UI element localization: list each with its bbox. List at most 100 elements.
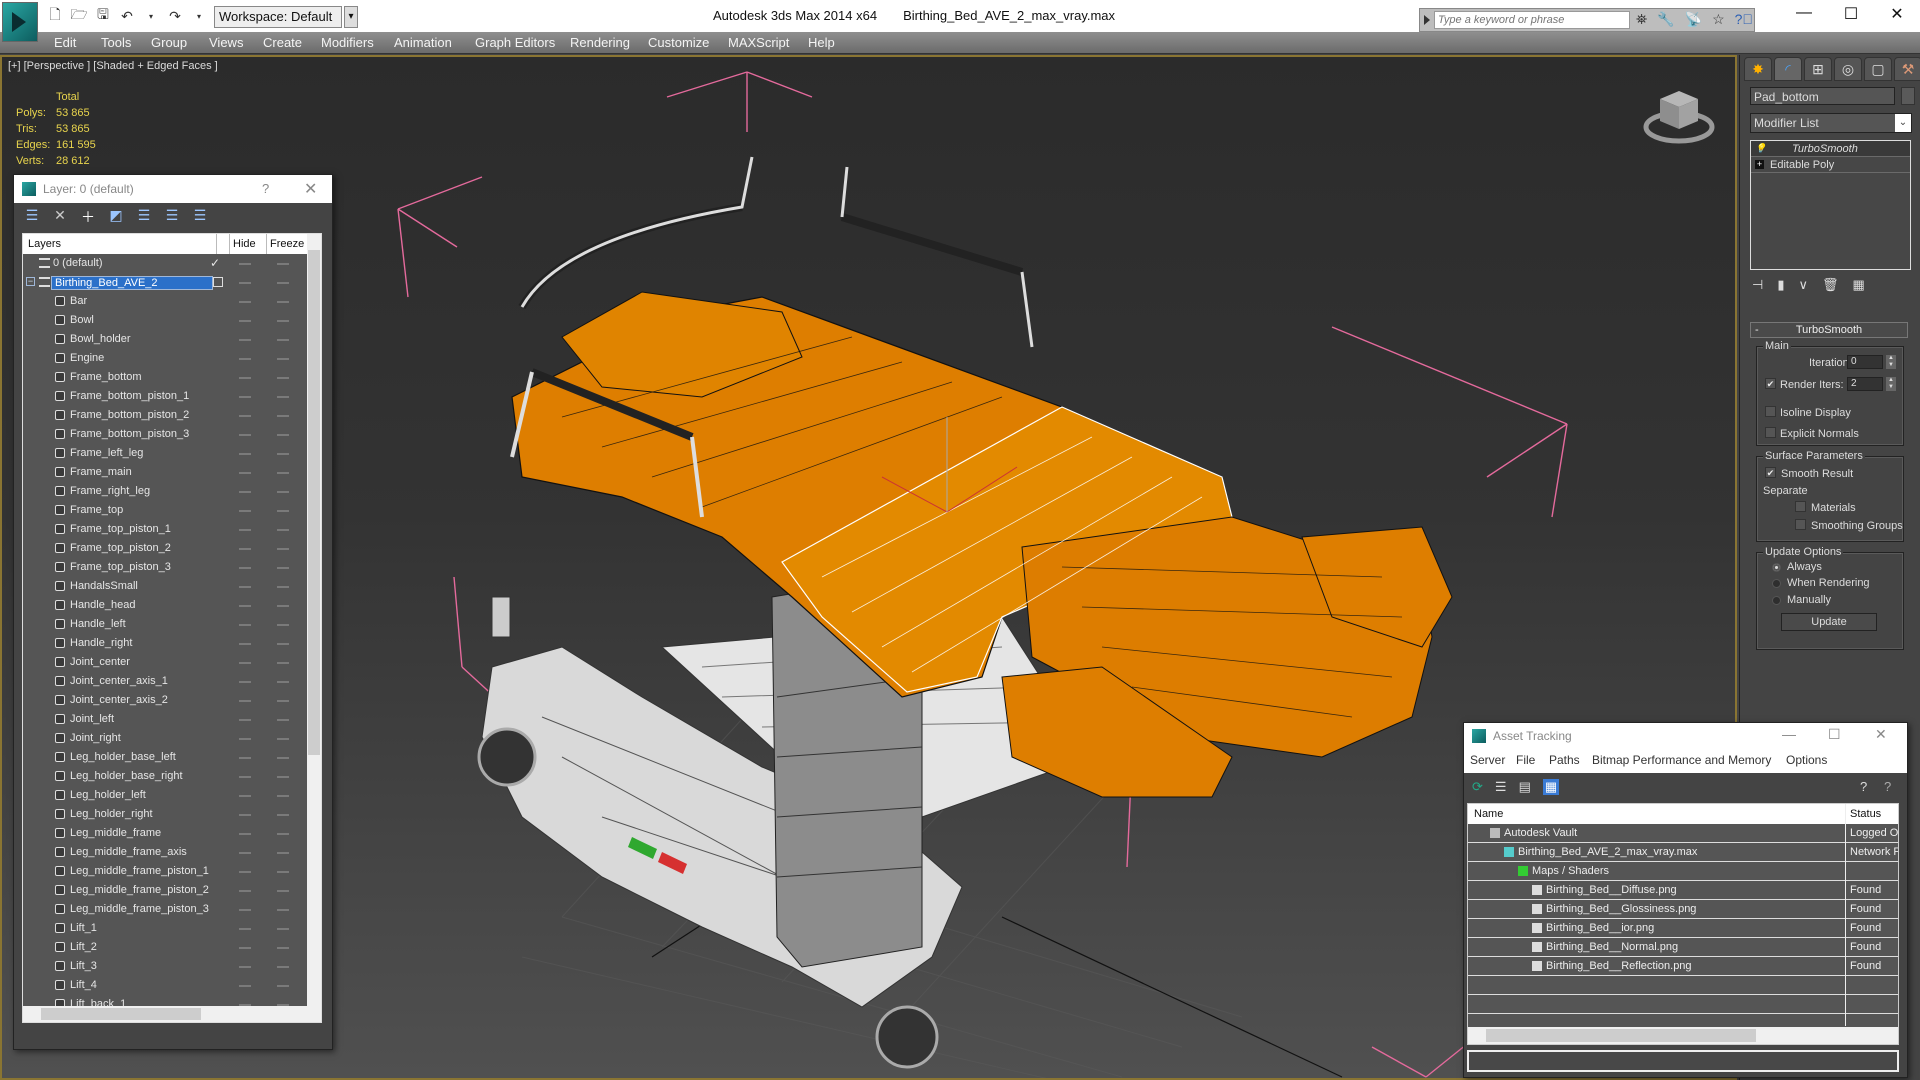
hide-toggle[interactable] <box>239 833 251 835</box>
hide-toggle[interactable] <box>239 852 251 854</box>
freeze-toggle[interactable] <box>277 852 289 854</box>
new-file-icon[interactable]: 🗋 <box>46 4 64 28</box>
menu-modifiers[interactable]: Modifiers <box>321 35 374 50</box>
redo-icon[interactable]: ↷ <box>166 8 184 25</box>
hide-toggle[interactable] <box>239 510 251 512</box>
menu-edit[interactable]: Edit <box>54 35 76 50</box>
render-iters-checkbox[interactable]: ✔ <box>1765 378 1776 389</box>
horizontal-scrollbar[interactable] <box>23 1006 321 1022</box>
freeze-toggle[interactable] <box>277 586 289 588</box>
hide-toggle[interactable] <box>239 377 251 379</box>
hide-toggle[interactable] <box>239 320 251 322</box>
redo-dropdown-icon[interactable]: ▾ <box>190 12 208 21</box>
spinner-arrows[interactable]: ▲ ▼ <box>1886 355 1896 369</box>
freeze-toggle[interactable] <box>277 491 289 493</box>
freeze-toggle[interactable] <box>277 833 289 835</box>
display-tab[interactable]: ▢ <box>1864 57 1892 81</box>
minimize-button[interactable]: — <box>1784 4 1824 22</box>
hide-toggle[interactable] <box>239 415 251 417</box>
layer-row[interactable]: Frame_bottom_piston_3 <box>23 425 307 444</box>
layer-row[interactable]: Joint_center <box>23 653 307 672</box>
hide-toggle[interactable] <box>239 966 251 968</box>
freeze-toggle[interactable] <box>277 377 289 379</box>
freeze-toggle[interactable] <box>277 358 289 360</box>
menu-views[interactable]: Views <box>209 35 243 50</box>
layer-row[interactable]: Bar <box>23 292 307 311</box>
close-button[interactable]: ✕ <box>304 179 317 199</box>
hide-toggle[interactable] <box>239 947 251 949</box>
hide-toggle[interactable] <box>239 434 251 436</box>
spinner-arrows[interactable]: ▲ ▼ <box>1886 377 1896 391</box>
asset-row[interactable]: Birthing_Bed__Diffuse.png Found <box>1468 881 1898 900</box>
column-status[interactable]: Status <box>1850 808 1881 820</box>
layer-row[interactable]: Handle_head <box>23 596 307 615</box>
layer-row[interactable]: Frame_right_leg <box>23 482 307 501</box>
pin-stack-icon[interactable]: ⊣ <box>1752 277 1763 293</box>
layer-row[interactable]: Bowl <box>23 311 307 330</box>
layer-row[interactable]: Joint_right <box>23 729 307 748</box>
freeze-toggle[interactable] <box>277 434 289 436</box>
layer-row[interactable]: Frame_top <box>23 501 307 520</box>
object-color-swatch[interactable] <box>1901 87 1915 105</box>
refresh-icon[interactable]: ⟳ <box>1472 779 1483 795</box>
chevron-down-icon[interactable]: ⌄ <box>1895 114 1911 132</box>
layer-row[interactable]: HandalsSmall <box>23 577 307 596</box>
hide-toggle[interactable] <box>239 453 251 455</box>
materials-checkbox[interactable] <box>1795 501 1806 512</box>
menu-group[interactable]: Group <box>151 35 187 50</box>
open-file-icon[interactable]: 🗁 <box>70 4 88 28</box>
configure-sets-icon[interactable]: ▦ <box>1853 277 1865 293</box>
lightbulb-icon[interactable]: 💡 <box>1755 144 1766 153</box>
layer-row[interactable]: Joint_left <box>23 710 307 729</box>
freeze-toggle[interactable] <box>277 567 289 569</box>
help-button[interactable]: ? <box>262 181 269 196</box>
freeze-toggle[interactable] <box>277 814 289 816</box>
menu-graph-editors[interactable]: Graph Editors <box>475 35 555 50</box>
hide-toggle[interactable] <box>239 909 251 911</box>
explicit-normals-checkbox[interactable] <box>1765 427 1776 438</box>
freeze-toggle[interactable] <box>277 605 289 607</box>
create-tab[interactable]: ✸ <box>1744 57 1772 81</box>
hide-toggle[interactable] <box>239 529 251 531</box>
layer-row[interactable]: Bowl_holder <box>23 330 307 349</box>
freeze-toggle[interactable] <box>277 320 289 322</box>
menu-maxscript[interactable]: MAXScript <box>728 35 789 50</box>
stack-item-editable-poly[interactable]: + Editable Poly <box>1751 157 1910 173</box>
workspace-dropdown[interactable]: Workspace: Default <box>214 6 342 28</box>
menu-bitmap-performance[interactable]: Bitmap Performance and Memory <box>1592 753 1771 767</box>
hide-toggle[interactable] <box>239 358 251 360</box>
menu-server[interactable]: Server <box>1470 753 1505 767</box>
collapse-icon[interactable]: − <box>26 277 35 286</box>
hide-toggle[interactable] <box>239 339 251 341</box>
column-name[interactable]: Name <box>1474 808 1503 820</box>
layer-row[interactable]: Leg_holder_left <box>23 786 307 805</box>
turbosmooth-rollout-header[interactable]: - TurboSmooth <box>1750 322 1908 338</box>
update-button[interactable]: Update <box>1781 613 1877 631</box>
select-layer-icon[interactable]: ☰ <box>136 207 152 227</box>
freeze-toggle[interactable] <box>277 510 289 512</box>
freeze-toggle[interactable] <box>277 529 289 531</box>
hide-toggle[interactable] <box>239 700 251 702</box>
freeze-toggle[interactable] <box>277 548 289 550</box>
freeze-toggle[interactable] <box>277 776 289 778</box>
layer-row[interactable]: Frame_bottom_piston_1 <box>23 387 307 406</box>
freeze-toggle[interactable] <box>277 700 289 702</box>
freeze-toggle[interactable] <box>277 282 289 284</box>
hide-toggle[interactable] <box>239 396 251 398</box>
vault-help-icon[interactable]: ? <box>1860 779 1867 794</box>
expand-plus-icon[interactable]: + <box>1755 160 1764 169</box>
layer-row[interactable]: Lift_4 <box>23 976 307 995</box>
freeze-toggle[interactable] <box>277 909 289 911</box>
highlight-layer-icon[interactable]: ☰ <box>164 207 180 227</box>
radio-always[interactable] <box>1772 563 1781 572</box>
freeze-toggle[interactable] <box>277 928 289 930</box>
freeze-toggle[interactable] <box>277 662 289 664</box>
layer-manager-titlebar[interactable]: Layer: 0 (default) ? ✕ <box>14 175 332 203</box>
layer-row[interactable]: Handle_left <box>23 615 307 634</box>
scroll-thumb[interactable] <box>308 250 320 755</box>
asset-row[interactable]: Maps / Shaders <box>1468 862 1898 881</box>
freeze-toggle[interactable] <box>277 966 289 968</box>
layer-row[interactable]: Lift_2 <box>23 938 307 957</box>
hide-toggle[interactable] <box>239 662 251 664</box>
isoline-display-checkbox[interactable] <box>1765 406 1776 417</box>
